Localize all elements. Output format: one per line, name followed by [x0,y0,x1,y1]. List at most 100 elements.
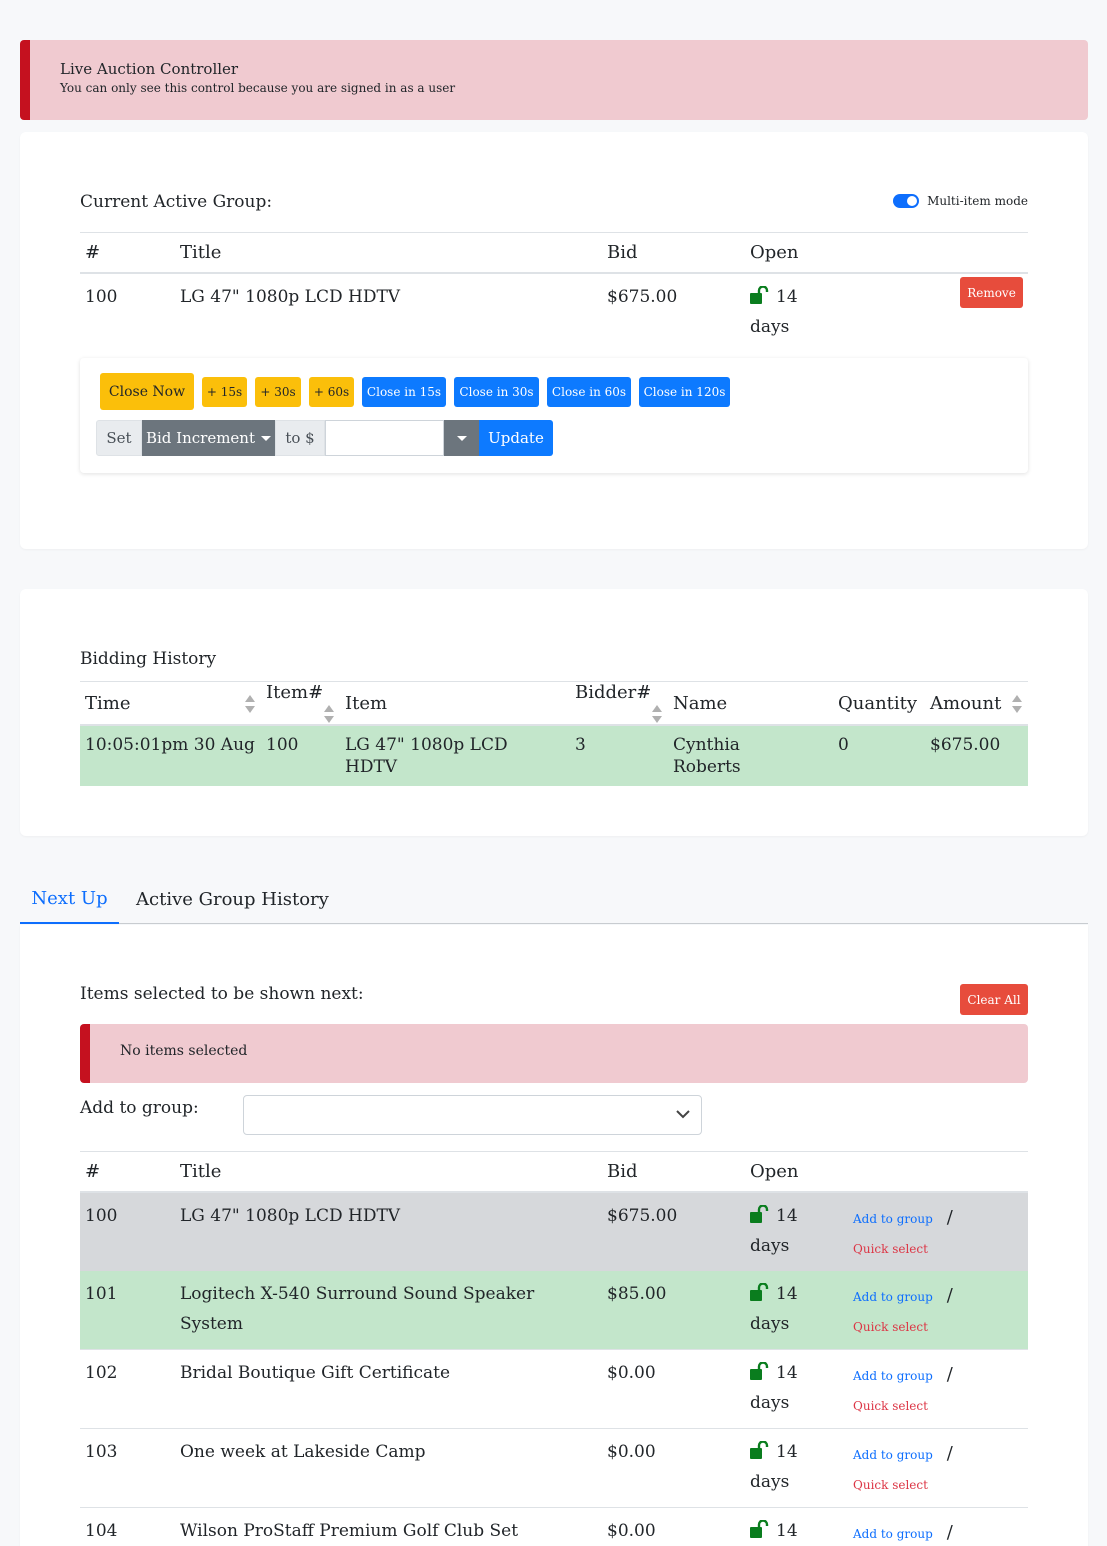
add-to-group-link[interactable]: Add to group [853,1212,933,1226]
slash-separator: / [946,1284,953,1306]
active-group-table: # Title Bid Open 100 LG 47" 1080p LCD HD… [80,232,1028,350]
caret-down-icon [261,435,271,441]
item-num: 103 [85,1441,118,1462]
item-title: LG 47" 1080p LCD HDTV [180,1205,401,1226]
close-in-60s-button[interactable]: Close in 60s [547,377,631,407]
table-row: 100 LG 47" 1080p LCD HDTV $675.00 14 days [80,273,1028,350]
add-to-group-link[interactable]: Add to group [853,1448,933,1462]
alert-subtitle: You can only see this control because yo… [60,81,456,95]
col-open: Open [745,232,835,274]
col-bidder-num[interactable]: Bidder# [570,681,668,726]
open-num: 14 [776,1441,798,1462]
bidder-last-name: Roberts [673,757,741,777]
col-title: Title [175,232,602,274]
item-title: One week at Lakeside Camp [180,1441,426,1462]
slash-separator: / [946,1442,953,1464]
item-title: Bridal Boutique Gift Certificate [180,1362,451,1383]
amount-input[interactable] [325,420,444,456]
close-in-15s-button[interactable]: Close in 15s [362,377,446,407]
unlock-icon [750,1519,769,1538]
open-num: 14 [776,1520,798,1541]
update-button[interactable]: Update [479,420,553,456]
add-to-group-link[interactable]: Add to group [853,1290,933,1304]
unlock-icon [750,1440,769,1459]
item-bid: $675.00 [607,286,678,307]
item-title: LG 47" 1080p LCD HDTV [180,286,401,307]
col-name: Name [668,681,833,726]
quick-select-link[interactable]: Quick select [853,1242,928,1256]
item-bid: $0.00 [607,1362,656,1383]
close-in-120s-button[interactable]: Close in 120s [639,377,730,407]
to-label: to $ [275,420,325,456]
bid-increment-group: Set Bid Increment to $ Update [96,420,553,456]
item-open: 14days [745,1507,848,1546]
item-actions: Add to group/Quick select [848,1507,1028,1546]
tab-active-group-history[interactable]: Active Group History [136,874,329,924]
item-num: 101 [85,1283,118,1304]
quick-select-link[interactable]: Quick select [853,1320,928,1334]
bidding-history-title: Bidding History [80,649,217,669]
slash-separator: / [946,1521,953,1543]
remove-button[interactable]: Remove [960,277,1023,308]
multi-item-toggle[interactable] [893,194,920,208]
quick-select-link[interactable]: Quick select [853,1478,928,1492]
item-bid: $675.00 [607,1205,678,1226]
col-item-num[interactable]: Item# [261,681,340,726]
tabs-bar: Next Up Active Group History [20,874,1088,924]
active-group-card: Current Active Group: Multi-item mode # … [20,132,1088,549]
amount-dropdown-toggle[interactable] [444,420,479,456]
add-30s-button[interactable]: + 30s [255,377,301,407]
unlock-icon [750,1204,769,1223]
col-amount[interactable]: Amount [925,681,1028,726]
close-now-button[interactable]: Close Now [100,373,194,410]
table-row: 104 Wilson ProStaff Premium Golf Club Set… [80,1507,1028,1546]
bidding-history-card: Bidding History Time Item# Item Bidder# … [20,589,1088,836]
bid-quantity: 0 [838,735,849,755]
item-open: 14days [745,1428,848,1507]
open-num: 14 [776,286,798,307]
table-row: 100 LG 47" 1080p LCD HDTV $675.00 14 days Add… [80,1191,1028,1271]
item-open: 14days [745,1192,848,1271]
bidding-history-table: Time Item# Item Bidder# Name Quantity Am… [80,681,1028,786]
close-in-30s-button[interactable]: Close in 30s [454,377,539,407]
add-60s-button[interactable]: + 60s [309,377,354,407]
slash-separator: / [946,1206,953,1228]
add-15s-button[interactable]: + 15s [202,377,247,407]
item-open: 14days [745,1349,848,1428]
add-to-group-label: Add to group: [80,1098,199,1118]
tab-next-up[interactable]: Next Up [20,874,119,924]
table-row: 10:05:01pm 30 Aug 100 LG 47" 1080p LCD H… [80,725,1028,786]
open-num: 14 [776,1283,798,1304]
open-unit: days [750,316,790,337]
table-row: 103 One week at Lakeside Camp $0.00 14 days A… [80,1428,1028,1507]
col-action [835,232,1028,274]
caret-down-icon [456,435,467,441]
col-num: # [80,232,175,274]
item-title: Logitech X-540 Surround Sound Speaker Sy… [180,1283,535,1334]
chevron-down-icon [676,1110,690,1119]
sort-icon [324,705,334,723]
item-bid: $0.00 [607,1441,656,1462]
multi-item-label: Multi-item mode [927,194,1028,208]
set-label: Set [96,420,142,456]
item-num: 100 [85,286,118,307]
add-to-group-link[interactable]: Add to group [853,1527,933,1541]
col-time[interactable]: Time [80,681,261,726]
bid-name: CynthiaRoberts [668,725,833,786]
bid-increment-dropdown[interactable]: Bid Increment [142,420,275,456]
item-actions: Add to group / Quick select [848,1192,1028,1271]
add-to-group-link[interactable]: Add to group [853,1369,933,1383]
multi-item-toggle-wrap[interactable]: Multi-item mode [893,194,1028,208]
col-bid: Bid [602,232,745,274]
bid-bidder-num: 3 [575,735,586,755]
quick-select-link[interactable]: Quick select [853,1399,928,1413]
slash-separator: / [946,1363,953,1385]
item-actions: Add to group / Quick select [848,1271,1028,1350]
item-title: Wilson ProStaff Premium Golf Club Set [180,1520,519,1541]
add-to-group-select[interactable] [243,1095,702,1135]
clear-all-button[interactable]: Clear All [960,984,1028,1015]
active-group-title: Current Active Group: [80,192,273,212]
sort-icon [652,705,662,723]
item-bid: $0.00 [607,1520,656,1541]
item-bid: $85.00 [607,1283,667,1304]
